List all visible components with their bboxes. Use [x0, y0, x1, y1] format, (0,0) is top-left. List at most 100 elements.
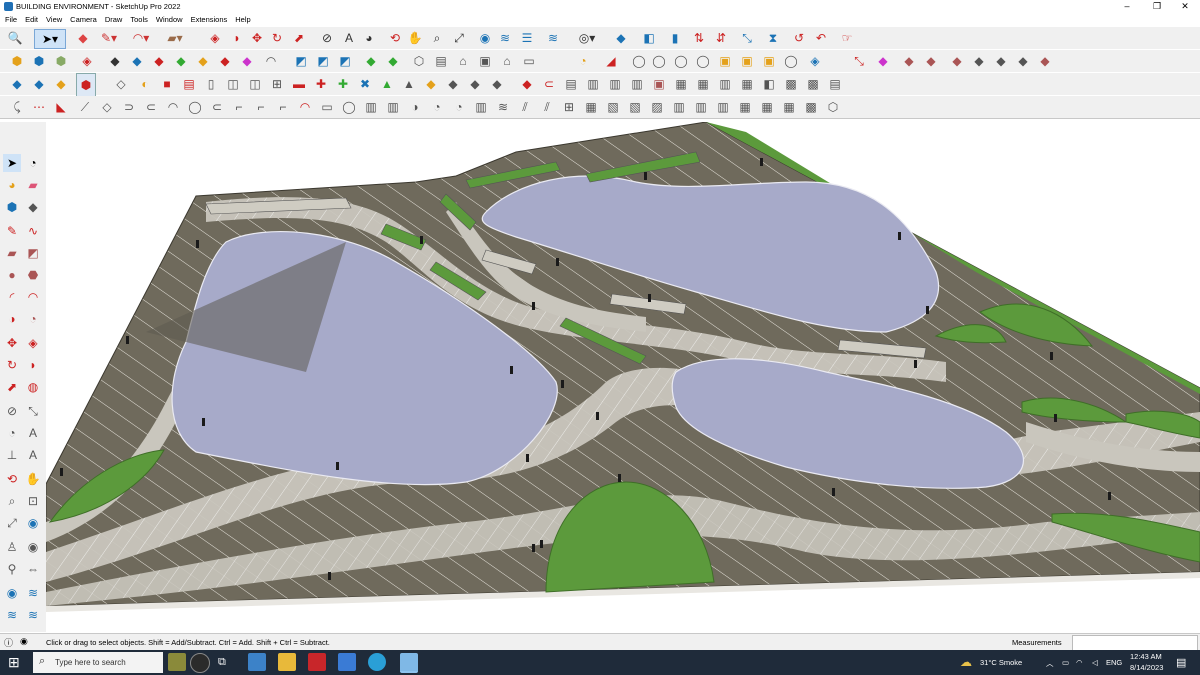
tool-3-31-icon[interactable]: ▥ — [716, 75, 734, 93]
sketchup-taskbar-icon[interactable] — [400, 653, 418, 673]
rotated-rectangle-icon[interactable]: ◩ — [24, 244, 42, 262]
previous-view-icon[interactable]: ◉ — [24, 514, 42, 532]
volume-icon[interactable]: ◁ — [1092, 658, 1098, 667]
tool-4-28-icon[interactable]: ▧ — [604, 98, 622, 116]
tool-4-17-icon[interactable]: ▥ — [362, 98, 380, 116]
tool-4-10-icon[interactable]: ⊂ — [208, 98, 226, 116]
tag-icon[interactable]: ◆ — [24, 198, 42, 216]
tool-2-18-icon[interactable]: ▭ — [520, 52, 538, 70]
follow-me-icon[interactable]: ◗ — [228, 29, 246, 47]
tool-2-20-icon[interactable]: ◢ — [602, 52, 620, 70]
tool-3-15-icon[interactable]: ✖ — [356, 75, 374, 93]
tool-4-4-icon[interactable]: ⟋ — [76, 98, 94, 116]
tool-4-24-icon[interactable]: ⫽ — [516, 98, 534, 116]
home-icon[interactable]: ⌂ — [454, 52, 472, 70]
taskbar-search-box[interactable]: ⌕ Type here to search — [33, 652, 163, 673]
section-plane-icon[interactable]: ⇔ — [24, 560, 42, 578]
tool-2-23-icon[interactable]: ◯ — [672, 52, 690, 70]
tool-3-8-icon[interactable]: ▯ — [202, 75, 220, 93]
tool-2-1-icon[interactable]: ◆ — [106, 52, 124, 70]
tool-3-9-icon[interactable]: ◫ — [224, 75, 242, 93]
rotate-tool-icon[interactable]: ↻ — [3, 356, 21, 374]
tool-2-32-icon[interactable]: ◆ — [900, 52, 918, 70]
tool-2-4-icon[interactable]: ◆ — [172, 52, 190, 70]
tool-2-31-icon[interactable]: ◆ — [874, 52, 892, 70]
tool-2-6-icon[interactable]: ◆ — [216, 52, 234, 70]
zoom-extents-tool-icon[interactable]: ⤢ — [3, 514, 21, 532]
extension-warehouse-icon[interactable]: ≋ — [496, 29, 514, 47]
follow-me-tool-icon[interactable]: ◗ — [24, 356, 42, 374]
language-indicator[interactable]: ENG — [1106, 658, 1122, 667]
extension-tool-icon[interactable]: ≋ — [24, 584, 42, 602]
menu-file[interactable]: File — [0, 13, 20, 27]
position-camera-icon[interactable]: ♙ — [3, 538, 21, 556]
ruby-console-icon[interactable]: ⬢ — [76, 73, 96, 97]
tool-4-6-icon[interactable]: ⊃ — [120, 98, 138, 116]
zoom-extents-icon[interactable]: ⤢ — [450, 29, 468, 47]
tool-3-26-icon[interactable]: ▥ — [606, 75, 624, 93]
sandbox-tool-icon[interactable]: ≋ — [24, 606, 42, 624]
tool-2-24-icon[interactable]: ◯ — [694, 52, 712, 70]
tool-4-12-icon[interactable]: ⌐ — [252, 98, 270, 116]
tool-2-37-icon[interactable]: ◆ — [1014, 52, 1032, 70]
tool-3-23-icon[interactable]: ⊂ — [540, 75, 558, 93]
tool-4-9-icon[interactable]: ◯ — [186, 98, 204, 116]
tool-2-25-icon[interactable]: ▣ — [716, 52, 734, 70]
select-tool-icon[interactable]: ➤▾ — [34, 29, 66, 49]
menu-camera[interactable]: Camera — [65, 13, 100, 27]
solid-trim-icon[interactable]: ▮ — [666, 29, 684, 47]
tool-2-19-icon[interactable]: ◔ — [574, 52, 592, 70]
tool-4-23-icon[interactable]: ≋ — [494, 98, 512, 116]
tool-4-21-icon[interactable]: ◔ — [450, 98, 468, 116]
text-tool-icon[interactable]: A — [24, 424, 42, 442]
tool-3-12-icon[interactable]: ▬ — [290, 75, 308, 93]
solid-split-icon[interactable]: ⇵ — [712, 29, 730, 47]
follow-path-icon[interactable]: ↺ — [790, 29, 808, 47]
tool-3-32-icon[interactable]: ▦ — [738, 75, 756, 93]
eraser-tool-icon[interactable]: ▰ — [24, 176, 42, 194]
axes-icon[interactable]: ⊥ — [3, 446, 21, 464]
tool-3-18-icon[interactable]: ◆ — [422, 75, 440, 93]
zoom-icon[interactable]: ⌕ — [428, 29, 446, 47]
wifi-icon[interactable]: ◠ — [1076, 658, 1083, 667]
tool-3-28-icon[interactable]: ▣ — [650, 75, 668, 93]
menu-edit[interactable]: Edit — [20, 13, 41, 27]
tool-4-38-icon[interactable]: ⬡ — [824, 98, 842, 116]
tool-2-7-icon[interactable]: ◆ — [238, 52, 256, 70]
windows-start-icon[interactable]: ⊞ — [8, 655, 22, 669]
tool-4-27-icon[interactable]: ▦ — [582, 98, 600, 116]
rectangle-icon[interactable]: ▰▾ — [166, 29, 184, 47]
tool-4-18-icon[interactable]: ▥ — [384, 98, 402, 116]
desktop-app-icon[interactable] — [338, 653, 356, 671]
maximize-button[interactable]: ❐ — [1142, 0, 1172, 13]
rotate-icon[interactable]: ↻ — [268, 29, 286, 47]
tool-2-14-icon[interactable]: ⬡ — [410, 52, 428, 70]
model-viewport[interactable] — [46, 122, 1200, 632]
tool-2-16-icon[interactable]: ▣ — [476, 52, 494, 70]
tool-4-33-icon[interactable]: ▥ — [714, 98, 732, 116]
text-icon[interactable]: A — [340, 29, 358, 47]
network-icon[interactable]: ▭ — [1062, 658, 1069, 667]
undo-icon[interactable]: ↶ — [812, 29, 830, 47]
tool-3-2-icon[interactable]: ◆ — [30, 75, 48, 93]
tool-4-22-icon[interactable]: ▥ — [472, 98, 490, 116]
menu-help[interactable]: Help — [230, 13, 253, 27]
top-view-icon[interactable]: ⬢ — [30, 52, 48, 70]
move-tool-icon[interactable]: ✥ — [3, 334, 21, 352]
move-icon[interactable]: ✥ — [248, 29, 266, 47]
tool-4-11-icon[interactable]: ⌐ — [230, 98, 248, 116]
layout-icon[interactable]: ☰ — [518, 29, 536, 47]
tool-3-10-icon[interactable]: ◫ — [246, 75, 264, 93]
tool-3-4-icon[interactable]: ◇ — [112, 75, 130, 93]
news-widget-icon[interactable] — [168, 653, 186, 671]
front-view-icon[interactable]: ⬢ — [52, 52, 70, 70]
tool-2-10-icon[interactable]: ◩ — [314, 52, 332, 70]
tool-3-34-icon[interactable]: ▩ — [782, 75, 800, 93]
tool-4-37-icon[interactable]: ▩ — [802, 98, 820, 116]
tool-4-14-icon[interactable]: ◠ — [296, 98, 314, 116]
tool-4-26-icon[interactable]: ⊞ — [560, 98, 578, 116]
tool-3-3-icon[interactable]: ◆ — [52, 75, 70, 93]
outer-shell-icon[interactable]: ⤡ — [738, 29, 756, 47]
hand-tool-icon[interactable]: ☞ — [838, 29, 856, 47]
menu-window[interactable]: Window — [151, 13, 186, 27]
